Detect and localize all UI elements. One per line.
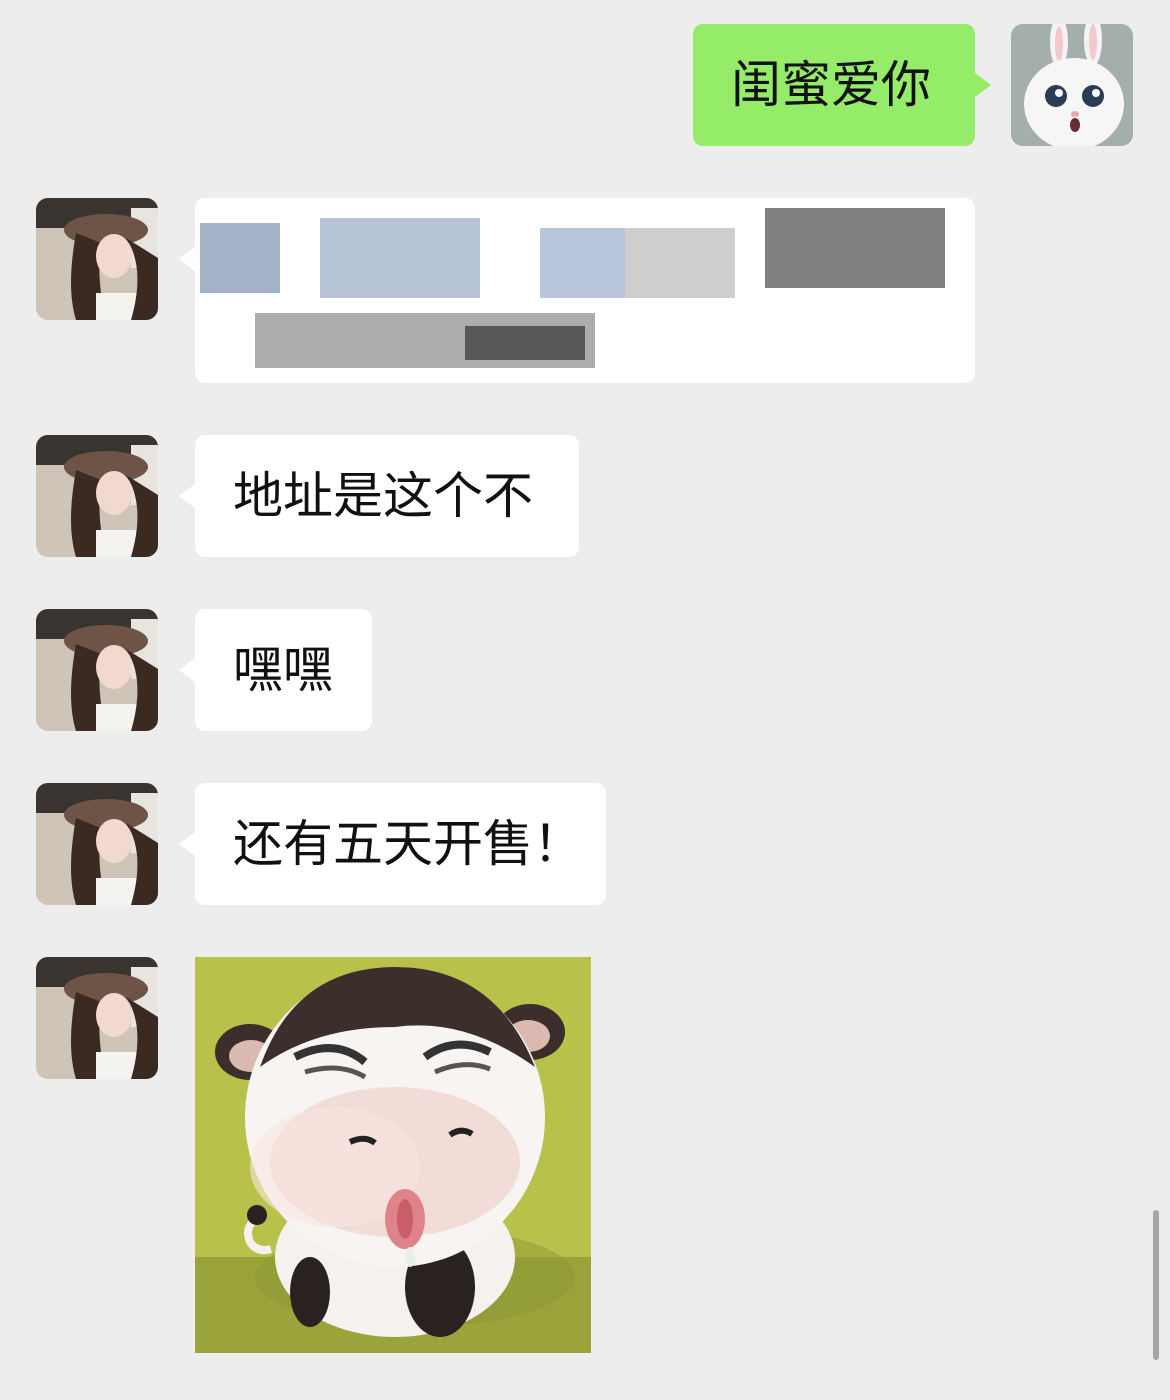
redaction-scribble	[200, 208, 945, 368]
friend-avatar[interactable]	[36, 435, 158, 557]
friend-avatar[interactable]	[36, 783, 158, 905]
incoming-message-bubble[interactable]: 地址是这个不	[195, 435, 579, 557]
friend-avatar-image	[36, 957, 158, 1079]
friend-avatar-image	[36, 783, 158, 905]
incoming-message-bubble[interactable]: 还有五天开售！	[195, 783, 606, 905]
bubble-tail	[179, 484, 195, 508]
message-text: 地址是这个不	[233, 467, 533, 525]
cow-sticker-icon	[195, 957, 591, 1353]
friend-avatar-image	[36, 609, 158, 731]
redacted-message-bubble[interactable]	[195, 198, 975, 383]
scrollbar-thumb[interactable]	[1153, 1210, 1159, 1360]
friend-avatar[interactable]	[36, 198, 158, 320]
bubble-tail	[179, 832, 195, 856]
friend-avatar-image	[36, 198, 158, 320]
cow-sticker[interactable]	[195, 957, 591, 1353]
friend-avatar[interactable]	[36, 957, 158, 1079]
incoming-message-bubble[interactable]: 嘿嘿	[195, 609, 372, 731]
rabbit-avatar-image	[1011, 24, 1133, 146]
friend-avatar[interactable]	[36, 609, 158, 731]
outgoing-message-bubble[interactable]: 闺蜜爱你	[693, 24, 975, 146]
message-text: 嘿嘿	[233, 641, 333, 699]
message-text: 还有五天开售！	[233, 815, 583, 873]
bubble-tail	[975, 73, 991, 97]
message-text: 闺蜜爱你	[731, 56, 931, 114]
friend-avatar-image	[36, 435, 158, 557]
bubble-tail	[179, 247, 195, 271]
my-avatar-rabbit[interactable]	[1011, 24, 1133, 146]
bubble-tail	[179, 658, 195, 682]
